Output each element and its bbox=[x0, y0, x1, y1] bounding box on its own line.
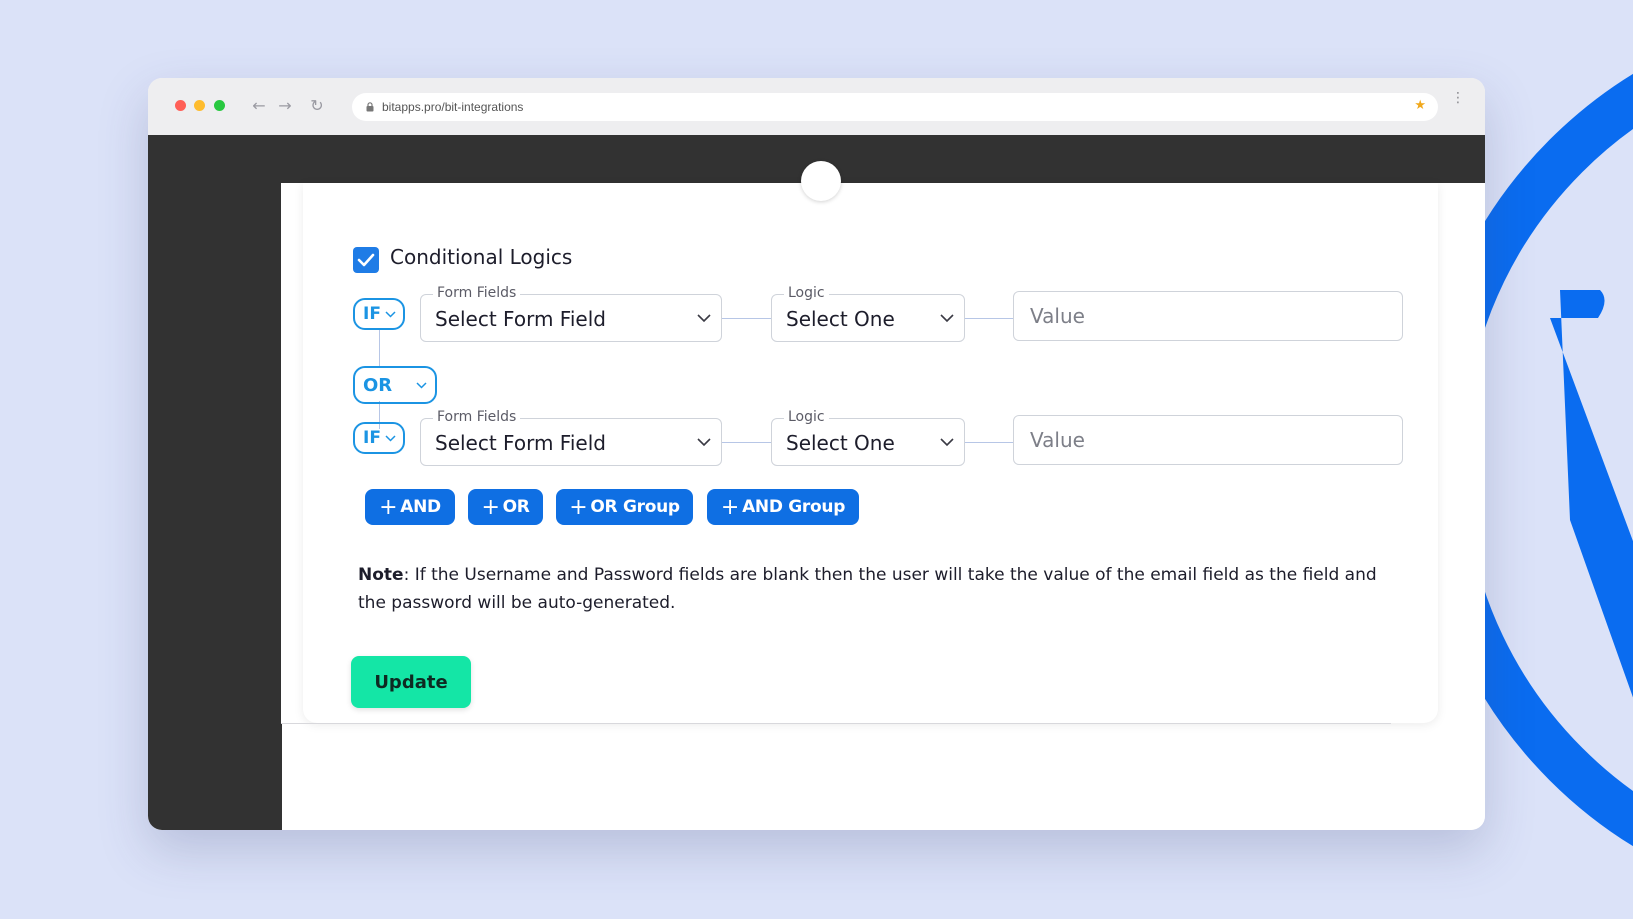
admin-sidebar bbox=[148, 183, 282, 830]
lock-icon bbox=[366, 102, 374, 112]
plus-icon: + bbox=[481, 494, 500, 520]
minimize-window-button[interactable] bbox=[194, 100, 205, 111]
browser-toolbar: ← → ↻ bitapps.pro/bit-integrations ★ ⋮ bbox=[148, 78, 1485, 135]
update-button[interactable]: Update bbox=[351, 656, 471, 708]
url-text: bitapps.pro/bit-integrations bbox=[382, 100, 524, 114]
condition-type-value: IF bbox=[363, 428, 381, 448]
chevron-down-icon bbox=[697, 438, 711, 447]
address-bar[interactable]: bitapps.pro/bit-integrations ★ bbox=[352, 93, 1438, 121]
info-note: Note: If the Username and Password field… bbox=[358, 561, 1398, 617]
add-or-label: OR bbox=[502, 497, 530, 517]
add-and-group-label: AND Group bbox=[742, 497, 846, 517]
value-input[interactable] bbox=[1013, 415, 1403, 465]
form-field-select[interactable]: Form Fields Select Form Field bbox=[420, 409, 722, 466]
conditional-logic-card: Conditional Logics IF Form Fields Select… bbox=[303, 161, 1438, 723]
field-connector-line bbox=[722, 442, 771, 443]
row-connector-line bbox=[379, 328, 380, 366]
add-and-group-button[interactable]: + AND Group bbox=[707, 489, 859, 525]
value-input[interactable] bbox=[1013, 291, 1403, 341]
logic-label: Logic bbox=[784, 285, 829, 301]
form-fields-label: Form Fields bbox=[433, 409, 521, 425]
back-arrow-icon[interactable]: ← bbox=[248, 92, 270, 118]
checkmark-icon bbox=[357, 253, 375, 267]
chevron-down-icon bbox=[940, 438, 954, 447]
add-or-button[interactable]: + OR bbox=[468, 489, 543, 525]
note-label: Note bbox=[358, 565, 404, 585]
plus-icon: + bbox=[379, 494, 398, 520]
add-or-group-label: OR Group bbox=[590, 497, 680, 517]
logic-select[interactable]: Logic Select One bbox=[771, 409, 965, 466]
form-field-select[interactable]: Form Fields Select Form Field bbox=[420, 285, 722, 342]
form-fields-label: Form Fields bbox=[433, 285, 521, 301]
note-text: : If the Username and Password fields ar… bbox=[358, 565, 1377, 613]
content-area: Conditional Logics IF Form Fields Select… bbox=[281, 161, 1485, 723]
browser-menu-icon[interactable]: ⋮ bbox=[1451, 91, 1465, 105]
conditional-logics-checkbox[interactable] bbox=[353, 247, 379, 273]
condition-type-select[interactable]: IF bbox=[353, 298, 405, 330]
chevron-down-icon bbox=[385, 435, 396, 442]
maximize-window-button[interactable] bbox=[214, 100, 225, 111]
browser-window: ← → ↻ bitapps.pro/bit-integrations ★ ⋮ C… bbox=[148, 78, 1485, 830]
add-and-button[interactable]: + AND bbox=[365, 489, 455, 525]
chevron-down-icon bbox=[697, 314, 711, 323]
add-and-label: AND bbox=[400, 497, 441, 517]
form-field-value: Select Form Field bbox=[435, 307, 606, 331]
forward-arrow-icon[interactable]: → bbox=[274, 92, 296, 118]
page-viewport: Conditional Logics IF Form Fields Select… bbox=[148, 135, 1485, 830]
plus-icon: + bbox=[720, 494, 740, 520]
chevron-down-icon bbox=[940, 314, 954, 323]
plus-icon: + bbox=[569, 494, 588, 520]
condition-type-select[interactable]: IF bbox=[353, 422, 405, 454]
form-field-value: Select Form Field bbox=[435, 431, 606, 455]
content-divider bbox=[281, 723, 1391, 724]
field-connector-line bbox=[965, 442, 1013, 443]
logic-value: Select One bbox=[786, 307, 895, 331]
logic-operator-select[interactable]: OR bbox=[353, 366, 437, 404]
logic-operator-value: OR bbox=[363, 374, 393, 396]
reload-icon[interactable]: ↻ bbox=[306, 92, 328, 118]
close-window-button[interactable] bbox=[175, 100, 186, 111]
chevron-down-icon bbox=[416, 382, 427, 389]
condition-type-value: IF bbox=[363, 304, 381, 324]
section-title: Conditional Logics bbox=[390, 245, 573, 269]
chevron-down-icon bbox=[385, 311, 396, 318]
add-or-group-button[interactable]: + OR Group bbox=[556, 489, 693, 525]
logic-value: Select One bbox=[786, 431, 895, 455]
collapse-handle[interactable] bbox=[801, 161, 841, 201]
logic-label: Logic bbox=[784, 409, 829, 425]
logic-select[interactable]: Logic Select One bbox=[771, 285, 965, 342]
bookmark-star-icon[interactable]: ★ bbox=[1414, 98, 1426, 113]
field-connector-line bbox=[722, 318, 771, 319]
field-connector-line bbox=[965, 318, 1013, 319]
